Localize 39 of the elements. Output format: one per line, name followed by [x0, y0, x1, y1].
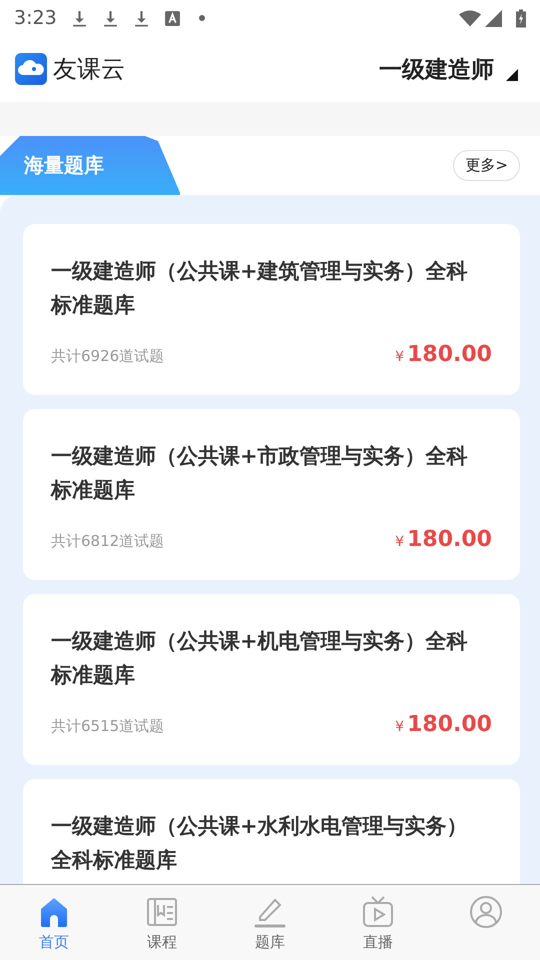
question-count: 共计6515道试题 — [51, 717, 164, 736]
price: 180.00 — [407, 342, 492, 367]
price: 180.00 — [407, 712, 492, 737]
tv-play-icon — [361, 895, 395, 929]
tab-item[interactable]: 首页 — [0, 885, 108, 960]
bank-title: 一级建造师（公共课+市政管理与实务）全科标准题库 — [51, 443, 469, 504]
dropdown-icon[interactable] — [506, 69, 518, 81]
bank-title: 一级建造师（公共课+建筑管理与实务）全科标准题库 — [51, 258, 469, 319]
price: 180.00 — [407, 527, 492, 552]
status-time: 3:23 — [14, 7, 57, 29]
tab-item[interactable]: 直播 — [324, 885, 432, 960]
question-bank-card[interactable]: 一级建造师（公共课+水利水电管理与实务）全科标准题库 — [23, 779, 520, 884]
question-count: 共计6926道试题 — [51, 347, 164, 366]
download-icon — [102, 10, 119, 26]
currency-symbol: ¥ — [395, 719, 404, 735]
bank-title: 一级建造师（公共课+机电管理与实务）全科标准题库 — [51, 628, 469, 689]
dot-icon — [198, 15, 205, 21]
signal-icon — [485, 10, 502, 26]
section-title: 海量题库 — [0, 136, 180, 195]
book-icon — [145, 895, 179, 929]
question-bank-card[interactable]: 一级建造师（公共课+建筑管理与实务）全科标准题库 共计6926道试题 ¥180.00 — [23, 224, 520, 395]
question-count: 共计6812道试题 — [51, 532, 164, 551]
currency-symbol: ¥ — [395, 349, 404, 365]
tab-item[interactable]: 课程 — [108, 885, 216, 960]
more-button[interactable]: 更多> — [453, 150, 520, 181]
tab-item[interactable]: 题库 — [216, 885, 324, 960]
question-bank-card[interactable]: 一级建造师（公共课+市政管理与实务）全科标准题库 共计6812道试题 ¥180.00 — [23, 409, 520, 580]
app-name: 友课云 — [53, 54, 125, 85]
notification-icon — [164, 10, 181, 26]
battery-icon — [516, 8, 526, 28]
cloud-logo-icon — [15, 53, 47, 85]
wifi-icon — [459, 10, 481, 26]
currency-symbol: ¥ — [395, 534, 404, 550]
category-selector[interactable]: 一级建造师 — [379, 54, 494, 84]
bank-title: 一级建造师（公共课+水利水电管理与实务）全科标准题库 — [51, 813, 469, 874]
download-icon — [132, 10, 150, 26]
download-icon — [70, 10, 88, 26]
user-icon — [469, 895, 503, 929]
question-bank-card[interactable]: 一级建造师（公共课+机电管理与实务）全科标准题库 共计6515道试题 ¥180.00 — [23, 594, 520, 765]
